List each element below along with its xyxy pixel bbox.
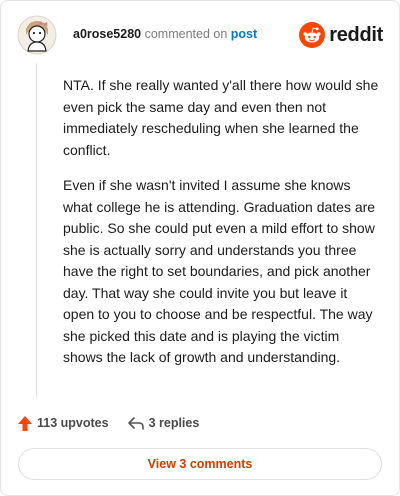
username-link[interactable]: a0rose5280 <box>73 27 141 41</box>
comment-actions: 113 upvotes 3 replies <box>17 413 199 433</box>
comment-body: NTA. If she really wanted y'all there ho… <box>63 75 379 383</box>
comment-paragraph: Even if she wasn't invited I assume she … <box>63 177 376 365</box>
reddit-wordmark: reddit <box>329 23 383 46</box>
comment-card: a0rose5280 commented on post reddit NTA.… <box>0 0 400 496</box>
upvote-button[interactable]: 113 upvotes <box>17 415 109 432</box>
avatar-icon <box>17 15 57 55</box>
view-comments-button[interactable]: View 3 comments <box>18 448 382 480</box>
upvote-arrow-icon <box>18 415 32 431</box>
upvotes-count: 113 upvotes <box>37 416 109 430</box>
replies-button[interactable]: 3 replies <box>127 415 200 431</box>
reddit-brand[interactable]: reddit <box>299 19 383 51</box>
comment-meta: a0rose5280 commented on post <box>73 26 257 42</box>
comment-paragraph: NTA. If she really wanted y'all there ho… <box>63 77 379 158</box>
commented-on-text: commented on <box>144 27 228 41</box>
comment-header: a0rose5280 commented on post reddit <box>17 15 383 55</box>
reply-icon <box>127 417 144 430</box>
post-link[interactable]: post <box>231 27 257 41</box>
replies-count: 3 replies <box>148 416 200 430</box>
reddit-logo-icon <box>299 22 326 48</box>
avatar[interactable] <box>17 15 57 55</box>
thread-line[interactable] <box>36 63 37 398</box>
